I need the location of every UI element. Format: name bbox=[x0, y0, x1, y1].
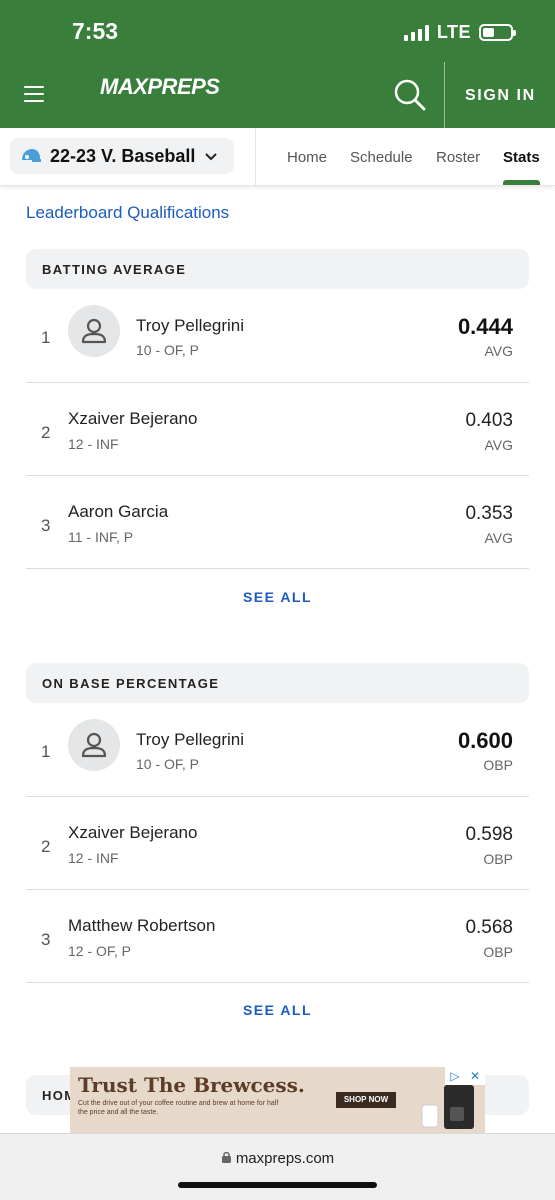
network-label: LTE bbox=[436, 22, 471, 42]
tab-roster[interactable]: Roster bbox=[436, 149, 480, 166]
rank: 3 bbox=[41, 516, 51, 535]
leader-row[interactable]: 2 Xzaiver Bejerano 12 - INF 0.598 OBP bbox=[26, 797, 529, 890]
stat-unit: OBP bbox=[483, 851, 513, 867]
ad-controls: ▷ ✕ bbox=[445, 1067, 485, 1085]
lock-icon bbox=[221, 1151, 231, 1163]
leader-row[interactable]: 2 Xzaiver Bejerano 12 - INF 0.403 AVG bbox=[26, 383, 529, 476]
url-text: maxpreps.com bbox=[235, 1150, 335, 1167]
player-info: 12 - INF bbox=[68, 850, 119, 866]
signal-icon bbox=[403, 24, 429, 41]
battery-icon bbox=[479, 24, 516, 41]
ad-subtitle: Cut the drive out of your coffee routine… bbox=[78, 1100, 279, 1116]
rank: 2 bbox=[41, 837, 51, 856]
section-header-on-base-percentage: ON BASE PERCENTAGE bbox=[26, 663, 529, 703]
app-header: 7:53 LTE MAXPREPS SIGN IN bbox=[0, 0, 555, 128]
team-name: 22-23 V. Baseball bbox=[50, 145, 196, 166]
player-info: 12 - OF, P bbox=[68, 943, 132, 959]
status-icons: LTE bbox=[403, 22, 516, 43]
player-name[interactable]: Troy Pellegrini bbox=[136, 730, 244, 750]
stat-unit: OBP bbox=[483, 757, 513, 773]
leader-row[interactable]: 3 Matthew Robertson 12 - OF, P 0.568 OBP bbox=[26, 890, 529, 983]
player-info: 10 - OF, P bbox=[136, 342, 200, 358]
see-all-on-base-percentage-button[interactable]: SEE ALL bbox=[0, 1002, 555, 1018]
rank: 3 bbox=[41, 930, 51, 949]
ad-title: Trust The Brewcess. bbox=[78, 1073, 305, 1097]
subnav-divider bbox=[255, 128, 256, 186]
player-info: 10 - OF, P bbox=[136, 756, 200, 772]
stat-unit: AVG bbox=[484, 343, 513, 359]
see-all-batting-average-button[interactable]: SEE ALL bbox=[0, 589, 555, 605]
maxpreps-logo[interactable]: MAXPREPS bbox=[100, 74, 220, 100]
chevron-down-icon bbox=[205, 153, 218, 161]
player-info: 12 - INF bbox=[68, 436, 119, 452]
active-tab-indicator bbox=[503, 180, 540, 185]
rank: 1 bbox=[41, 328, 51, 347]
hamburger-menu-icon[interactable] bbox=[24, 86, 44, 102]
avatar-placeholder-icon bbox=[68, 305, 120, 357]
ad-shop-now-button[interactable]: SHOP NOW bbox=[336, 1092, 396, 1108]
ad-choices-icon[interactable]: ▷ bbox=[445, 1067, 465, 1085]
stat-unit: AVG bbox=[484, 530, 513, 546]
player-name[interactable]: Matthew Robertson bbox=[68, 916, 215, 936]
team-subnav: 22-23 V. Baseball Home Schedule Roster S… bbox=[0, 128, 555, 186]
tab-home[interactable]: Home bbox=[287, 149, 327, 166]
player-name[interactable]: Xzaiver Bejerano bbox=[68, 409, 197, 429]
leaderboard-qualifications-link[interactable]: Leaderboard Qualifications bbox=[26, 203, 229, 223]
leader-row[interactable]: 1 Troy Pellegrini 10 - OF, P 0.600 OBP bbox=[26, 704, 529, 797]
sign-in-button[interactable]: SIGN IN bbox=[465, 87, 536, 105]
stat-unit: OBP bbox=[483, 944, 513, 960]
section-header-batting-average: BATTING AVERAGE bbox=[26, 249, 529, 289]
status-time: 7:53 bbox=[72, 18, 119, 44]
header-divider bbox=[444, 62, 445, 128]
stat-value: 0.353 bbox=[465, 503, 513, 524]
player-info: 11 - INF, P bbox=[68, 529, 134, 545]
player-name[interactable]: Xzaiver Bejerano bbox=[68, 823, 197, 843]
stat-unit: AVG bbox=[484, 437, 513, 453]
tab-schedule[interactable]: Schedule bbox=[350, 149, 413, 166]
stat-value: 0.598 bbox=[465, 824, 513, 845]
player-name[interactable]: Aaron Garcia bbox=[68, 502, 168, 522]
tab-stats[interactable]: Stats bbox=[503, 149, 540, 166]
coffee-maker-image bbox=[421, 1085, 474, 1129]
stat-value: 0.600 bbox=[457, 728, 513, 753]
advertisement-banner[interactable]: Trust The Brewcess. Cut the drive out of… bbox=[70, 1067, 485, 1133]
leader-row[interactable]: 1 Troy Pellegrini 10 - OF, P 0.444 AVG bbox=[26, 290, 529, 383]
baseball-helmet-icon bbox=[22, 149, 41, 162]
stat-value: 0.568 bbox=[465, 917, 513, 938]
rank: 1 bbox=[41, 742, 51, 761]
team-selector[interactable]: 22-23 V. Baseball bbox=[10, 138, 234, 174]
stat-value: 0.444 bbox=[457, 314, 513, 339]
ad-close-icon[interactable]: ✕ bbox=[465, 1067, 485, 1085]
search-icon[interactable] bbox=[393, 78, 427, 112]
stat-value: 0.403 bbox=[465, 410, 513, 431]
url-display[interactable]: maxpreps.com bbox=[0, 1150, 555, 1167]
browser-url-bar[interactable]: maxpreps.com bbox=[0, 1133, 555, 1200]
leader-row[interactable]: 3 Aaron Garcia 11 - INF, P 0.353 AVG bbox=[26, 476, 529, 569]
avatar-placeholder-icon bbox=[68, 719, 120, 771]
home-indicator[interactable] bbox=[178, 1182, 377, 1188]
rank: 2 bbox=[41, 423, 51, 442]
player-name[interactable]: Troy Pellegrini bbox=[136, 316, 244, 336]
